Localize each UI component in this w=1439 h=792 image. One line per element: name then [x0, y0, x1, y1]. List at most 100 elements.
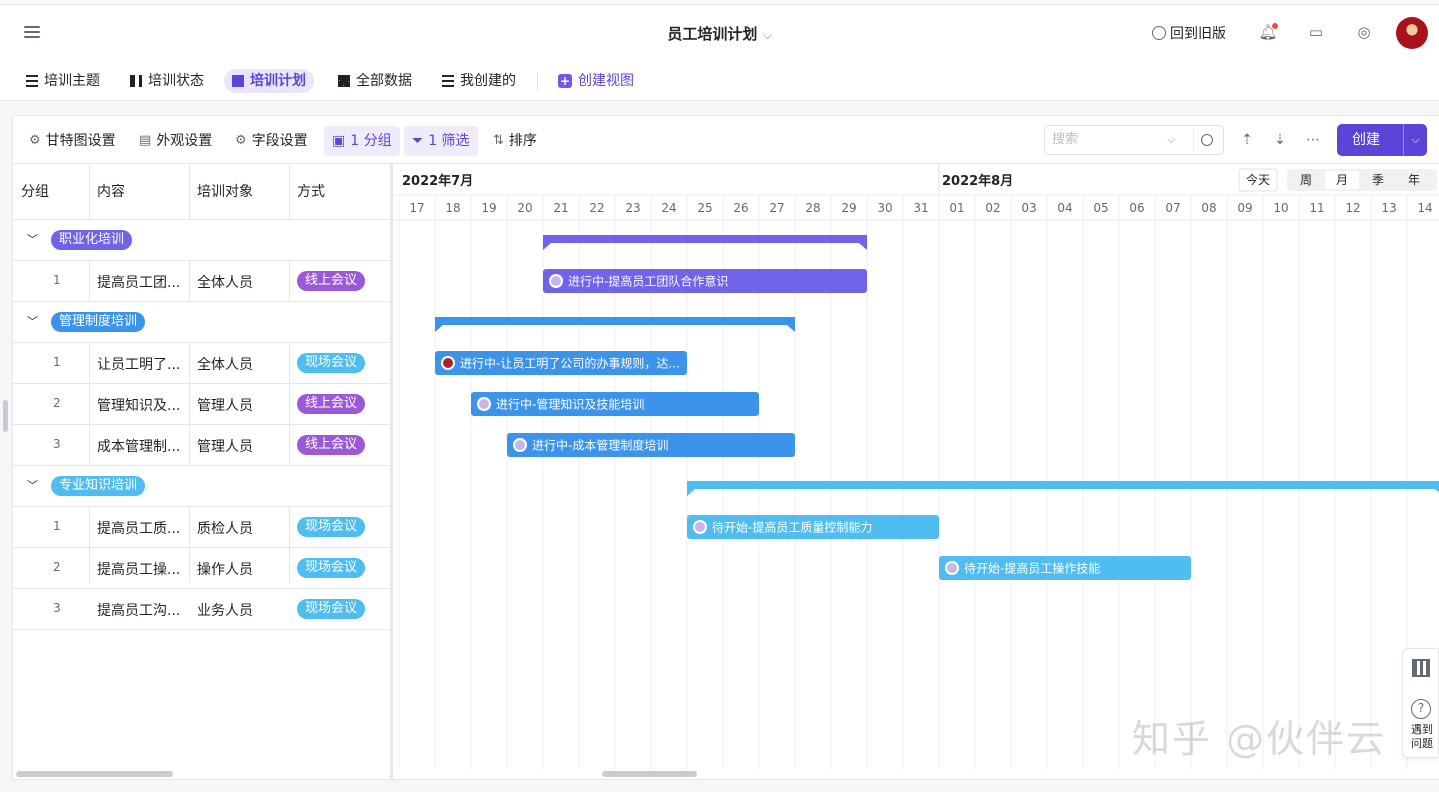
qr-code-icon[interactable]: [1412, 659, 1430, 677]
assignee-avatar-face: [479, 399, 489, 409]
search-divider: [1193, 126, 1194, 154]
old-version-button[interactable]: 回到旧版: [1152, 23, 1226, 43]
assignee-avatar-face: [947, 563, 957, 573]
cell-target: 业务人员: [197, 603, 253, 619]
table-row[interactable]: 1 提高员工团... 全体人员 线上会议: [13, 261, 390, 302]
resize-handle[interactable]: [3, 400, 8, 432]
day-label: 30: [877, 201, 892, 215]
table-row[interactable]: 1 提高员工质... 质检人员 现场会议: [13, 507, 390, 548]
summary-bar[interactable]: [543, 235, 867, 243]
gantt-chart: 2022年7月 2022年8月 17 18 19 20 21 22 23 24 25 26 27 28 29…: [393, 164, 1439, 769]
day-label: 27: [769, 201, 784, 215]
gantt-settings-label: 甘特图设置: [45, 133, 116, 149]
field-settings-button[interactable]: ⚙ 字段设置: [227, 126, 316, 156]
app-header: 员工培训计划 ⌵ 回到旧版 🔔︎ ▭ ◎: [0, 5, 1439, 61]
summary-bar-cap-left: [435, 325, 443, 332]
tab-training-topics[interactable]: 培训主题: [18, 69, 108, 93]
create-label: 创建: [1352, 132, 1380, 148]
chevron-down-icon[interactable]: ⌵: [1403, 124, 1427, 156]
upload-icon[interactable]: ⇡: [1237, 130, 1257, 150]
gantt-timeline: 2022年7月 2022年8月 17 18 19 20 21 22 23 24 25 26 27 28 29…: [393, 164, 1439, 769]
summary-bar-cap-left: [687, 489, 695, 496]
tab-label: 全部数据: [356, 73, 412, 89]
tab-created-by-me[interactable]: 我创建的: [434, 69, 524, 93]
table-row[interactable]: 2 管理知识及... 管理人员 线上会议: [13, 384, 390, 425]
group-row[interactable]: ﹀ 专业知识培训: [13, 466, 390, 507]
scale-option[interactable]: 月: [1336, 173, 1348, 187]
tab-label: 培训主题: [44, 73, 100, 89]
mode-tag: 线上会议: [297, 394, 366, 414]
day-label: 17: [409, 201, 424, 215]
assignee-avatar-face: [695, 522, 705, 532]
chevron-down-icon[interactable]: ⌵: [1167, 126, 1175, 154]
row-number: 1: [53, 355, 61, 369]
create-view-button[interactable]: + 创建视图: [550, 69, 642, 93]
grid-scrollbar[interactable]: [16, 771, 173, 777]
group-button[interactable]: ▣ 1 分组: [324, 126, 400, 156]
day-label: 05: [1093, 201, 1108, 215]
row-number: 2: [53, 396, 61, 410]
column-header-content[interactable]: 内容: [89, 164, 125, 220]
cell-target: 操作人员: [197, 562, 253, 578]
filter-button[interactable]: ⏷ 1 筛选: [404, 126, 478, 156]
help-label[interactable]: 遇到问题: [1406, 723, 1438, 751]
chevron-down-icon[interactable]: ﹀: [27, 313, 38, 329]
download-icon[interactable]: ⇣: [1270, 130, 1290, 150]
tab-all-data[interactable]: 全部数据: [330, 69, 420, 93]
search-input[interactable]: 搜索 ⌵: [1044, 125, 1224, 155]
table-row[interactable]: 2 提高员工操... 操作人员 现场会议: [13, 548, 390, 589]
table-row[interactable]: 3 成本管理制... 管理人员 线上会议: [13, 425, 390, 466]
briefcase-icon[interactable]: ▭: [1306, 22, 1326, 42]
cell-target: 全体人员: [197, 357, 253, 373]
scale-option[interactable]: 季: [1372, 173, 1384, 187]
summary-bar[interactable]: [435, 317, 795, 325]
day-label: 07: [1165, 201, 1180, 215]
create-button[interactable]: 创建 ⌵: [1337, 124, 1427, 156]
chevron-down-icon[interactable]: ﹀: [27, 477, 38, 493]
compass-icon[interactable]: ◎: [1354, 22, 1374, 42]
mode-tag: 现场会议: [297, 599, 366, 619]
table-row[interactable]: 1 让员工明了... 全体人员 现场会议: [13, 343, 390, 384]
today-label[interactable]: 今天: [1246, 172, 1270, 187]
task-bar-label: 进行中-管理知识及技能培训: [496, 397, 644, 412]
column-header-target[interactable]: 培训对象: [189, 164, 253, 220]
scale-option[interactable]: 年: [1408, 173, 1420, 187]
row-number: 1: [53, 519, 61, 533]
mode-tag: 现场会议: [297, 353, 366, 373]
gantt-panel: ⚙ 甘特图设置 ▤ 外观设置 ⚙ 字段设置 ▣ 1 分组 ⏷ 1 筛选 ⇅ 排序 搜索 ⌵ ⇡…: [12, 115, 1439, 780]
column-header-mode[interactable]: 方式: [289, 164, 325, 220]
help-icon[interactable]: ?: [1411, 699, 1431, 719]
month-label: 2022年8月: [942, 173, 1013, 189]
task-bar-label: 进行中-成本管理制度培训: [532, 438, 668, 453]
row-number: 2: [53, 560, 61, 574]
tab-training-status[interactable]: 培训状态: [122, 69, 212, 93]
cell-content: 提高员工操...: [97, 562, 181, 578]
day-label: 21: [553, 201, 568, 215]
table-row[interactable]: 3 提高员工沟... 业务人员 现场会议: [13, 589, 390, 630]
group-row[interactable]: ﹀ 管理制度培训: [13, 302, 390, 343]
chevron-down-icon[interactable]: ﹀: [27, 231, 38, 247]
avatar[interactable]: [1396, 17, 1428, 49]
group-row[interactable]: ﹀ 职业化培训: [13, 220, 390, 261]
month-label: 2022年7月: [402, 173, 473, 189]
tab-training-plan[interactable]: 培训计划: [224, 69, 314, 93]
sort-button[interactable]: ⇅ 排序: [485, 126, 545, 156]
summary-bar[interactable]: [687, 481, 1439, 489]
group-tag: 专业知识培训: [51, 476, 146, 496]
cell-content: 提高员工沟...: [97, 603, 181, 619]
search-icon[interactable]: [1201, 134, 1213, 146]
tab-label: 培训计划: [250, 73, 306, 89]
more-icon[interactable]: ⋯: [1303, 130, 1323, 150]
scale-option[interactable]: 周: [1300, 173, 1312, 187]
column-header-group[interactable]: 分组: [13, 164, 49, 220]
appearance-settings-button[interactable]: ▤ 外观设置: [131, 126, 220, 156]
gantt-settings-button[interactable]: ⚙ 甘特图设置: [21, 126, 124, 156]
day-label: 04: [1057, 201, 1072, 215]
day-label: 08: [1201, 201, 1216, 215]
cell-content: 让员工明了...: [97, 357, 181, 373]
gantt-scrollbar[interactable]: [602, 771, 697, 777]
assignee-avatar-face: [515, 440, 525, 450]
day-label: 28: [805, 201, 820, 215]
bell-icon[interactable]: 🔔︎: [1258, 22, 1278, 42]
day-label: 25: [697, 201, 712, 215]
